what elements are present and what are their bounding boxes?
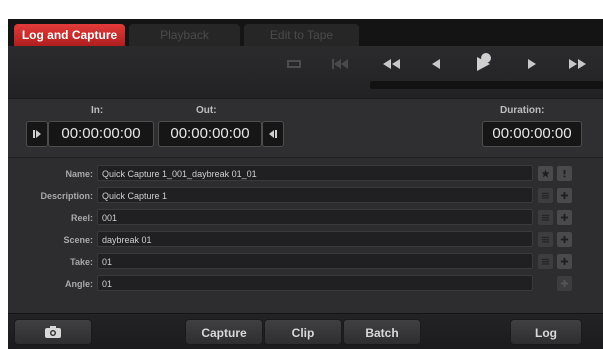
duration-label: Duration: bbox=[500, 105, 545, 116]
plus-icon bbox=[560, 257, 569, 266]
list-icon bbox=[541, 236, 550, 243]
favorite-button[interactable] bbox=[538, 166, 553, 181]
duration-timecode: 00:00:00:00 bbox=[482, 121, 582, 147]
exclamation-icon bbox=[563, 169, 566, 178]
mark-good-take-button[interactable] bbox=[557, 166, 572, 181]
reel-label: Reel: bbox=[70, 213, 93, 223]
name-label: Name: bbox=[65, 169, 93, 179]
plus-icon bbox=[560, 213, 569, 222]
batch-button[interactable]: Batch bbox=[343, 319, 421, 345]
tab-log-and-capture[interactable]: Log and Capture bbox=[14, 24, 125, 46]
in-timecode[interactable]: 00:00:00:00 bbox=[48, 121, 154, 147]
scene-increment-button[interactable] bbox=[557, 232, 572, 247]
tab-edit-to-tape[interactable]: Edit to Tape bbox=[244, 24, 359, 46]
clip-button[interactable]: Clip bbox=[264, 319, 342, 345]
plus-icon bbox=[560, 235, 569, 244]
scene-list-button[interactable] bbox=[538, 232, 553, 247]
jog-slider-handle[interactable] bbox=[481, 53, 491, 63]
list-icon bbox=[541, 258, 550, 265]
out-timecode[interactable]: 00:00:00:00 bbox=[158, 121, 262, 147]
description-list-button[interactable] bbox=[538, 188, 553, 203]
tab-bar: Log and Capture Playback Edit to Tape bbox=[8, 19, 603, 46]
go-to-start-icon[interactable] bbox=[328, 54, 352, 74]
reel-increment-button[interactable] bbox=[557, 210, 572, 225]
log-button[interactable]: Log bbox=[510, 319, 582, 345]
scene-label: Scene: bbox=[63, 235, 93, 245]
angle-label: Angle: bbox=[65, 279, 93, 289]
take-list-button[interactable] bbox=[538, 254, 553, 269]
step-back-icon[interactable] bbox=[426, 54, 446, 74]
reel-row: Reel: 001 bbox=[8, 209, 603, 227]
name-row: Name: Quick Capture 1_001_daybreak 01_01 bbox=[8, 165, 603, 183]
description-label: Description: bbox=[40, 191, 93, 201]
transport-bar bbox=[8, 46, 603, 99]
set-in-button[interactable] bbox=[26, 121, 48, 147]
timecode-panel: In: Out: Duration: 00:00:00:00 00:00:00:… bbox=[8, 99, 603, 158]
angle-row: Angle: 01 bbox=[8, 275, 603, 293]
bottom-toolbar: Capture Clip Batch Log bbox=[8, 313, 603, 349]
description-field[interactable]: Quick Capture 1 bbox=[97, 187, 533, 203]
name-field[interactable]: Quick Capture 1_001_daybreak 01_01 bbox=[97, 165, 533, 181]
jog-slider-track[interactable] bbox=[370, 81, 603, 89]
out-label: Out: bbox=[196, 105, 217, 116]
mark-out-icon bbox=[269, 130, 277, 138]
angle-field[interactable]: 01 bbox=[97, 275, 533, 291]
scene-field[interactable]: daybreak 01 bbox=[97, 231, 533, 247]
list-icon bbox=[541, 214, 550, 221]
plus-icon bbox=[560, 191, 569, 200]
take-label: Take: bbox=[70, 257, 93, 267]
set-out-button[interactable] bbox=[262, 121, 284, 147]
fast-forward-icon[interactable] bbox=[566, 54, 590, 74]
scene-row: Scene: daybreak 01 bbox=[8, 231, 603, 249]
camera-icon bbox=[45, 326, 61, 338]
in-label: In: bbox=[91, 105, 104, 116]
snapshot-button[interactable] bbox=[14, 319, 92, 345]
reel-list-button[interactable] bbox=[538, 210, 553, 225]
description-row: Description: Quick Capture 1 bbox=[8, 187, 603, 205]
fast-rewind-icon[interactable] bbox=[379, 54, 403, 74]
plus-icon bbox=[560, 279, 569, 288]
capture-button[interactable]: Capture bbox=[185, 319, 263, 345]
take-increment-button[interactable] bbox=[557, 254, 572, 269]
list-icon bbox=[541, 192, 550, 199]
take-row: Take: 01 bbox=[8, 253, 603, 271]
capture-window: Log and Capture Playback Edit to Tape In… bbox=[8, 19, 603, 349]
angle-increment-button[interactable] bbox=[557, 276, 572, 291]
mark-in-icon bbox=[33, 130, 41, 138]
star-icon bbox=[541, 169, 550, 178]
loop-icon[interactable] bbox=[282, 54, 306, 74]
step-forward-icon[interactable] bbox=[522, 54, 542, 74]
description-increment-button[interactable] bbox=[557, 188, 572, 203]
take-field[interactable]: 01 bbox=[97, 253, 533, 269]
reel-field[interactable]: 001 bbox=[97, 209, 533, 225]
tab-playback[interactable]: Playback bbox=[129, 24, 240, 46]
